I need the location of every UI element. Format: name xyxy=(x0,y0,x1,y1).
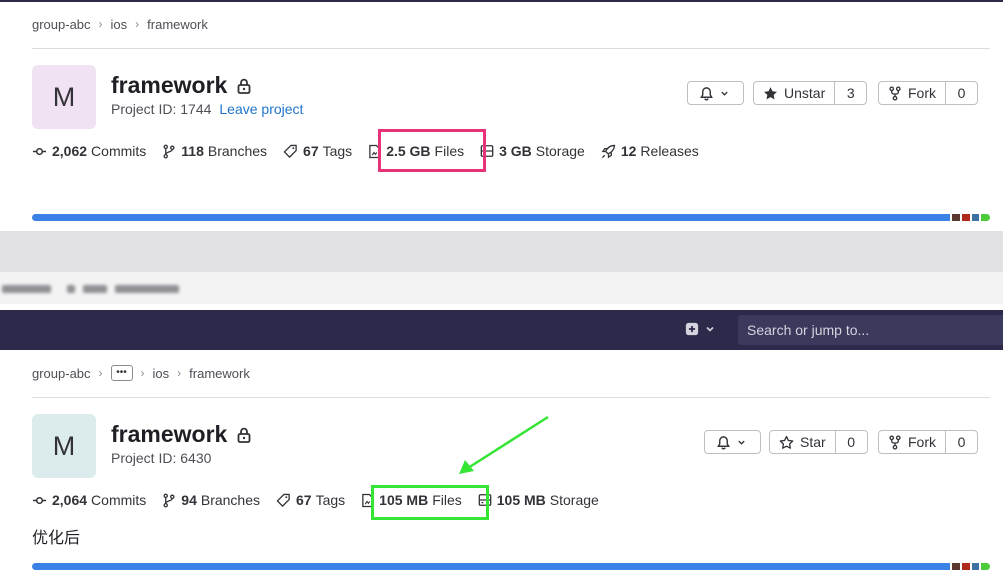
stat-tags[interactable]: 67 Tags xyxy=(276,492,345,508)
project-stats: 2,064 Commits 94 Branches 67 Tags 105 MB Fil… xyxy=(32,492,615,508)
rocket-icon xyxy=(601,144,616,158)
project-avatar[interactable]: M xyxy=(32,65,96,129)
fork-count[interactable]: 0 xyxy=(945,82,977,104)
stat-storage[interactable]: 3 GB Storage xyxy=(480,143,585,159)
tag-icon xyxy=(276,493,290,507)
star-label: Star xyxy=(800,434,826,450)
star-count[interactable]: 0 xyxy=(834,431,867,453)
language-segment[interactable] xyxy=(981,214,990,221)
stat-storage[interactable]: 105 MB Storage xyxy=(478,492,599,508)
breadcrumb-item-group[interactable]: group-abc xyxy=(32,17,91,32)
branch-icon xyxy=(163,144,175,158)
language-segment[interactable] xyxy=(981,563,990,570)
breadcrumb-item-ios[interactable]: ios xyxy=(111,17,128,32)
fork-icon xyxy=(889,434,901,450)
chevron-right-icon: › xyxy=(98,17,103,31)
project-avatar[interactable]: M xyxy=(32,414,96,478)
chevron-right-icon: › xyxy=(135,17,140,31)
breadcrumb-item-ios[interactable]: ios xyxy=(153,366,170,381)
project-id: Project ID: 1744 xyxy=(111,101,212,117)
chevron-down-icon xyxy=(721,91,728,96)
annotation-arrow-icon xyxy=(459,415,549,474)
tag-icon xyxy=(283,144,297,158)
language-segment[interactable] xyxy=(962,214,970,221)
highlight-box-files-after xyxy=(371,485,489,520)
star-icon xyxy=(764,86,777,99)
fork-icon xyxy=(889,85,901,101)
divider xyxy=(32,48,990,49)
blurred-text xyxy=(115,285,179,293)
breadcrumb-item-project[interactable]: framework xyxy=(189,366,250,381)
lock-icon xyxy=(237,427,251,443)
leave-project-link[interactable]: Leave project xyxy=(219,101,303,117)
language-segment[interactable] xyxy=(952,214,960,221)
notification-dropdown[interactable] xyxy=(687,81,744,105)
project-id-row: Project ID: 1744 Leave project xyxy=(111,101,303,117)
project-stats: 2,062 Commits 118 Branches 67 Tags 2.5 GB Fi… xyxy=(32,143,715,159)
commit-icon xyxy=(32,496,47,504)
lock-icon xyxy=(237,78,251,94)
stat-branches[interactable]: 118 Branches xyxy=(162,143,267,159)
blurred-text xyxy=(2,285,51,293)
bell-icon xyxy=(717,435,730,449)
chevron-right-icon: › xyxy=(177,366,182,380)
star-button[interactable]: Star 0 xyxy=(769,430,868,454)
chevron-right-icon: › xyxy=(98,366,103,380)
stat-commits[interactable]: 2,062 Commits xyxy=(32,143,146,159)
search-placeholder: Search or jump to... xyxy=(747,322,870,338)
blurred-text xyxy=(67,285,75,293)
language-segment[interactable] xyxy=(972,563,979,570)
page-title: framework xyxy=(111,421,251,448)
project-name[interactable]: framework xyxy=(111,72,227,99)
blurred-text xyxy=(83,285,107,293)
fork-label: Fork xyxy=(908,434,936,450)
project-id-row: Project ID: 6430 xyxy=(111,450,211,466)
language-segment-main[interactable] xyxy=(32,563,950,570)
notification-dropdown[interactable] xyxy=(704,430,761,454)
breadcrumb: group-abc › ios › framework xyxy=(32,15,208,33)
create-new-dropdown[interactable] xyxy=(685,322,715,336)
unstar-button[interactable]: Unstar 3 xyxy=(753,81,868,105)
stat-commits[interactable]: 2,064 Commits xyxy=(32,492,146,508)
stat-branches[interactable]: 94 Branches xyxy=(162,492,260,508)
page-title: framework xyxy=(111,72,251,99)
fork-button[interactable]: Fork 0 xyxy=(878,81,978,105)
language-segment[interactable] xyxy=(962,563,970,570)
fork-label: Fork xyxy=(908,85,936,101)
highlight-box-files-before xyxy=(378,129,486,172)
language-segment-main[interactable] xyxy=(32,214,950,221)
chevron-down-icon xyxy=(738,440,745,445)
star-outline-icon xyxy=(779,435,794,449)
branch-icon xyxy=(163,493,175,507)
annotation-text: 优化后 xyxy=(32,528,81,547)
divider xyxy=(32,397,990,398)
chevron-down-icon xyxy=(706,326,714,332)
fork-button[interactable]: Fork 0 xyxy=(878,430,978,454)
breadcrumb: group-abc › ••• › ios › framework xyxy=(32,364,250,382)
breadcrumb-item-group[interactable]: group-abc xyxy=(32,366,91,381)
language-bar xyxy=(32,214,990,221)
stat-releases[interactable]: 12 Releases xyxy=(601,143,699,159)
top-edge xyxy=(0,0,1003,2)
language-segment[interactable] xyxy=(952,563,960,570)
commit-icon xyxy=(32,147,47,155)
bell-icon xyxy=(700,86,713,100)
stat-tags[interactable]: 67 Tags xyxy=(283,143,352,159)
language-bar xyxy=(32,563,990,570)
separator-band xyxy=(0,231,1003,272)
fork-count[interactable]: 0 xyxy=(945,431,977,453)
unstar-label: Unstar xyxy=(784,85,826,101)
project-name[interactable]: framework xyxy=(111,421,227,448)
star-count[interactable]: 3 xyxy=(834,82,866,104)
language-segment[interactable] xyxy=(972,214,979,221)
chevron-right-icon: › xyxy=(140,366,145,380)
breadcrumb-item-project[interactable]: framework xyxy=(147,17,208,32)
top-navbar: Search or jump to... xyxy=(0,310,1003,350)
ellipsis-button[interactable]: ••• xyxy=(110,365,133,381)
project-id: Project ID: 6430 xyxy=(111,450,212,466)
plus-square-icon xyxy=(685,322,699,336)
search-input[interactable]: Search or jump to... xyxy=(738,315,1003,345)
